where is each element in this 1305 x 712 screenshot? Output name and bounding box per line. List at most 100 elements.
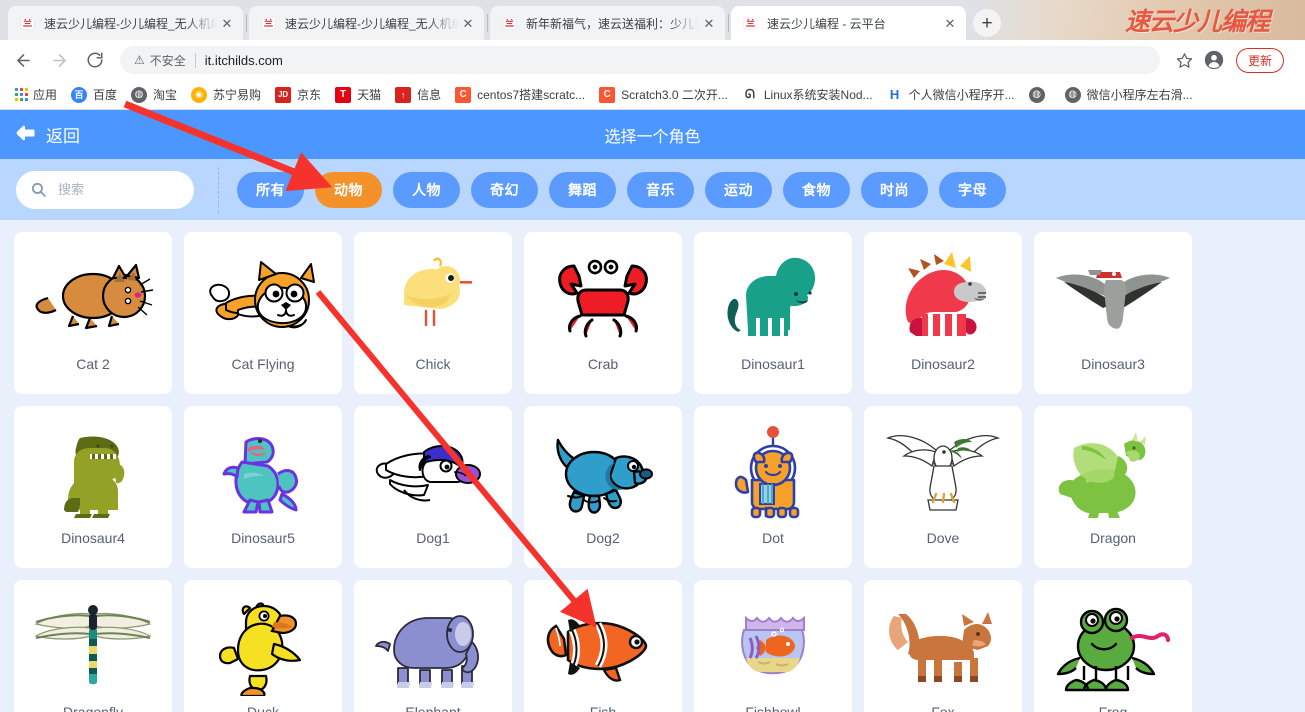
- h-icon: H: [887, 87, 903, 103]
- tab-title: 速云少儿编程-少儿编程_无人机编: [44, 15, 217, 32]
- sprite-card-chick[interactable]: Chick: [354, 232, 512, 394]
- bookmark-taobao[interactable]: ◍ 淘宝: [124, 83, 184, 107]
- profile-avatar-icon[interactable]: [1200, 46, 1228, 74]
- dinosaur5-icon: [198, 416, 328, 528]
- url-text: it.itchilds.com: [205, 53, 283, 68]
- arrow-left-icon: [14, 124, 36, 145]
- close-icon[interactable]: ✕: [458, 13, 478, 33]
- tag-dance[interactable]: 舞蹈: [549, 172, 616, 208]
- tab-separator: [487, 14, 488, 32]
- sprite-card-fishbowl[interactable]: Fishbowl: [694, 580, 852, 712]
- tag-sports[interactable]: 运动: [705, 172, 772, 208]
- bookmark-label: 苏宁易购: [213, 86, 261, 103]
- tag-music[interactable]: 音乐: [627, 172, 694, 208]
- sprite-card-fish[interactable]: Fish: [524, 580, 682, 712]
- sprite-card-crab[interactable]: Crab: [524, 232, 682, 394]
- sprite-name: Cat Flying: [231, 356, 294, 373]
- browser-tab[interactable]: 速云少儿编程-少儿编程_无人机编 ✕: [8, 6, 243, 40]
- new-tab-button[interactable]: +: [973, 9, 1001, 37]
- suyun-logo-favicon: [501, 15, 517, 31]
- sprite-name: Dinosaur3: [1081, 356, 1145, 373]
- bookmark-label: 百度: [93, 86, 117, 103]
- bookmark-suning[interactable]: ◉ 苏宁易购: [184, 83, 268, 107]
- close-icon[interactable]: ✕: [699, 13, 719, 33]
- browser-tab-active[interactable]: 速云少儿编程 - 云平台 ✕: [731, 6, 966, 40]
- sprite-card-fox[interactable]: Fox: [864, 580, 1022, 712]
- bookmark-jd[interactable]: JD 京东: [268, 83, 328, 107]
- sprite-card-dinosaur1[interactable]: Dinosaur1: [694, 232, 852, 394]
- back-navigation-icon[interactable]: [8, 45, 38, 75]
- sprite-card-dot[interactable]: Dot: [694, 406, 852, 568]
- insecure-connection-badge[interactable]: ⚠ 不安全: [134, 52, 186, 69]
- bookmark-label: Linux系统安装Nod...: [764, 86, 873, 103]
- bookmark-tmall[interactable]: T 天猫: [328, 83, 388, 107]
- bookmark-centos7[interactable]: C centos7搭建scratc...: [448, 83, 592, 107]
- bookmark-wechat-miniprogram[interactable]: H 个人微信小程序开...: [880, 83, 1022, 107]
- warning-icon: ⚠: [134, 53, 145, 67]
- sprite-card-duck[interactable]: Duck: [184, 580, 342, 712]
- sprite-card-cat2[interactable]: Cat 2: [14, 232, 172, 394]
- update-button[interactable]: 更新: [1236, 48, 1284, 73]
- page-title: 选择一个角色: [0, 123, 1305, 147]
- elephant-icon: [368, 590, 498, 702]
- sprite-card-dinosaur4[interactable]: Dinosaur4: [14, 406, 172, 568]
- fish-icon: [538, 590, 668, 702]
- tmall-icon: T: [335, 87, 351, 103]
- sprite-name: Dove: [927, 530, 960, 547]
- sprite-card-dinosaur5[interactable]: Dinosaur5: [184, 406, 342, 568]
- baidu-icon: 百: [71, 87, 87, 103]
- sprite-name: Dinosaur1: [741, 356, 805, 373]
- sprite-card-elephant[interactable]: Elephant: [354, 580, 512, 712]
- sprite-card-dragon[interactable]: Dragon: [1034, 406, 1192, 568]
- search-box[interactable]: [16, 171, 194, 209]
- jd-icon: JD: [275, 87, 291, 103]
- sprite-card-dinosaur3[interactable]: Dinosaur3: [1034, 232, 1192, 394]
- tag-all[interactable]: 所有: [237, 172, 304, 208]
- bookmark-label: 京东: [297, 86, 321, 103]
- search-input[interactable]: [58, 182, 180, 197]
- tag-letters[interactable]: 字母: [939, 172, 1006, 208]
- sprite-card-dinosaur2[interactable]: Dinosaur2: [864, 232, 1022, 394]
- back-button-label: 返回: [46, 122, 80, 147]
- sprite-card-dove[interactable]: Dove: [864, 406, 1022, 568]
- bookmark-scratch3[interactable]: C Scratch3.0 二次开...: [592, 83, 735, 107]
- omnibox-divider: [195, 53, 196, 68]
- tag-fashion[interactable]: 时尚: [861, 172, 928, 208]
- dog1-icon: [368, 416, 498, 528]
- close-icon[interactable]: ✕: [217, 13, 237, 33]
- tag-fantasy[interactable]: 奇幻: [471, 172, 538, 208]
- browser-chrome: 速云少儿编程-少儿编程_无人机编 ✕ 速云少儿编程-少儿编程_无人机编 ✕ 新年…: [0, 0, 1305, 110]
- sprite-card-frog[interactable]: Frog: [1034, 580, 1192, 712]
- tag-animals[interactable]: 动物: [315, 172, 382, 208]
- sprite-card-dragonfly[interactable]: Dragonfly: [14, 580, 172, 712]
- apps-grid-icon: [15, 88, 28, 101]
- bookmark-message[interactable]: ↑ 信息: [388, 83, 448, 107]
- tag-people[interactable]: 人物: [393, 172, 460, 208]
- bookmark-linux-node[interactable]: ᘏ Linux系统安装Nod...: [735, 83, 880, 107]
- dove-icon: [878, 416, 1008, 528]
- sprite-card-dog1[interactable]: Dog1: [354, 406, 512, 568]
- cat2-icon: [28, 242, 158, 354]
- csdn-icon: C: [455, 87, 471, 103]
- bookmark-star-icon[interactable]: [1170, 46, 1198, 74]
- reload-icon[interactable]: [80, 45, 110, 75]
- address-bar[interactable]: ⚠ 不安全 it.itchilds.com: [120, 46, 1160, 74]
- sprite-name: Dinosaur2: [911, 356, 975, 373]
- browser-tab[interactable]: 速云少儿编程-少儿编程_无人机编 ✕: [249, 6, 484, 40]
- bookmark-baidu[interactable]: 百 百度: [64, 83, 124, 107]
- sprite-card-cat-flying[interactable]: Cat Flying: [184, 232, 342, 394]
- bookmark-wechat-swipe[interactable]: ◍ 微信小程序左右滑...: [1058, 83, 1200, 107]
- tag-food[interactable]: 食物: [783, 172, 850, 208]
- sprite-name: Dog1: [416, 530, 449, 547]
- dragonfly-icon: [28, 590, 158, 702]
- browser-tab[interactable]: 新年新福气，速云送福利：少儿无 ✕: [490, 6, 725, 40]
- tab-title: 新年新福气，速云送福利：少儿无: [526, 15, 699, 32]
- bookmark-apps[interactable]: 应用: [8, 83, 64, 107]
- bookmark-globe[interactable]: ◍: [1022, 83, 1058, 107]
- close-icon[interactable]: ✕: [940, 13, 960, 33]
- back-button[interactable]: 返回: [14, 122, 80, 147]
- sprite-card-dog2[interactable]: Dog2: [524, 406, 682, 568]
- forward-navigation-icon[interactable]: [44, 45, 74, 75]
- bookmark-label: 微信小程序左右滑...: [1087, 86, 1193, 103]
- sprite-name: Dot: [762, 530, 784, 547]
